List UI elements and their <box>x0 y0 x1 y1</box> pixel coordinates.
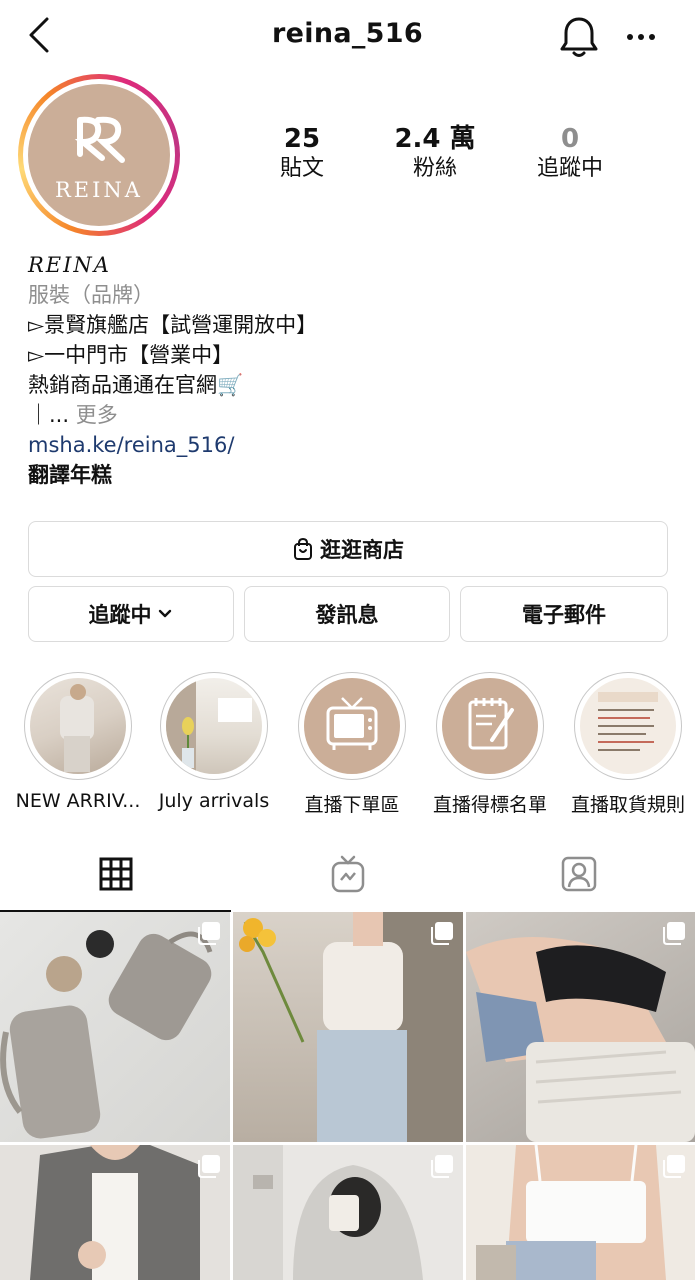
bio-translate-link[interactable]: 翻譯年糕 <box>28 460 668 490</box>
igtv-icon <box>331 855 364 893</box>
bio-line: 熱銷商品通通在官網🛒 <box>28 373 244 397</box>
highlight-cover-image <box>30 678 126 774</box>
highlight-live-pickup-rules[interactable]: 直播取貨規則 <box>564 672 692 817</box>
tab-igtv[interactable] <box>232 836 463 912</box>
post-thumbnail[interactable] <box>0 1145 230 1280</box>
bio-category: 服裝（品牌） <box>28 283 154 307</box>
highlight-cover-image <box>304 678 400 774</box>
bio-line: ▻景賢旗艦店【試營運開放中】 <box>28 313 318 337</box>
highlight-label: 直播得標名單 <box>432 794 547 816</box>
profile-bio: REINA 服裝（品牌） ▻景賢旗艦店【試營運開放中】 ▻一中門市【營業中】 熱… <box>28 250 668 490</box>
posts-count[interactable]: 25 貼文 <box>237 124 367 184</box>
highlight-label: July arrivals <box>158 790 270 812</box>
tagged-person-icon <box>561 856 596 892</box>
highlight-live-order[interactable]: 直播下單區 <box>288 672 416 817</box>
more-options-button[interactable] <box>622 22 660 52</box>
highlight-live-winners[interactable]: 直播得標名單 <box>426 672 554 817</box>
following-count[interactable]: 0 追蹤中 <box>505 124 635 184</box>
reina-logo-icon <box>74 116 125 163</box>
more-horizontal-icon <box>627 34 655 40</box>
bell-icon <box>560 17 598 57</box>
highlight-cover-image <box>442 678 538 774</box>
profile-tabs <box>0 836 695 912</box>
message-button[interactable]: 發訊息 <box>244 586 450 642</box>
multiple-posts-icon <box>431 922 453 945</box>
highlight-label: NEW ARRIV... <box>15 790 141 812</box>
multiple-posts-icon <box>663 922 685 945</box>
avatar: REINA <box>28 84 170 226</box>
top-bar: reina_516 <box>0 0 695 74</box>
multiple-posts-icon <box>198 922 220 945</box>
bio-website-link[interactable]: msha.ke/reina_516/ <box>28 430 668 460</box>
highlight-cover-image <box>166 678 262 774</box>
highlight-new-arrivals[interactable]: NEW ARRIV... <box>14 672 142 812</box>
following-button[interactable]: 追蹤中 <box>28 586 234 642</box>
chevron-down-icon <box>158 609 171 618</box>
post-thumbnail[interactable] <box>466 1145 695 1280</box>
multiple-posts-icon <box>431 1155 453 1178</box>
followers-count[interactable]: 2.4 萬 粉絲 <box>370 124 500 184</box>
bio-name: REINA <box>28 253 111 277</box>
highlight-label: 直播下單區 <box>304 794 400 816</box>
avatar-story-ring[interactable]: REINA <box>18 74 180 236</box>
post-thumbnail[interactable] <box>466 912 695 1142</box>
highlight-july-arrivals[interactable]: July arrivals <box>150 672 278 812</box>
grid-icon <box>99 857 132 891</box>
notepad-pen-icon <box>468 698 514 750</box>
highlight-cover-image <box>580 678 676 774</box>
multiple-posts-icon <box>198 1155 220 1178</box>
email-button[interactable]: 電子郵件 <box>460 586 668 642</box>
avatar-brand-text: REINA <box>55 178 143 202</box>
post-thumbnail[interactable] <box>0 912 230 1142</box>
post-thumbnail[interactable] <box>233 1145 463 1280</box>
notifications-button[interactable] <box>558 14 600 60</box>
bio-line: ▻一中門市【營業中】 <box>28 343 234 367</box>
bio-more-link[interactable]: 更多 <box>76 403 118 427</box>
shopping-bag-icon <box>294 537 312 560</box>
multiple-posts-icon <box>663 1155 685 1178</box>
bio-more-row: ｜... 更多 <box>28 403 118 427</box>
post-thumbnail[interactable] <box>233 912 463 1142</box>
tab-posts-grid[interactable] <box>0 836 231 912</box>
view-shop-button[interactable]: 逛逛商店 <box>28 521 668 577</box>
tv-icon <box>326 697 378 750</box>
tab-tagged[interactable] <box>463 836 694 912</box>
highlight-label: 直播取貨規則 <box>570 794 685 816</box>
